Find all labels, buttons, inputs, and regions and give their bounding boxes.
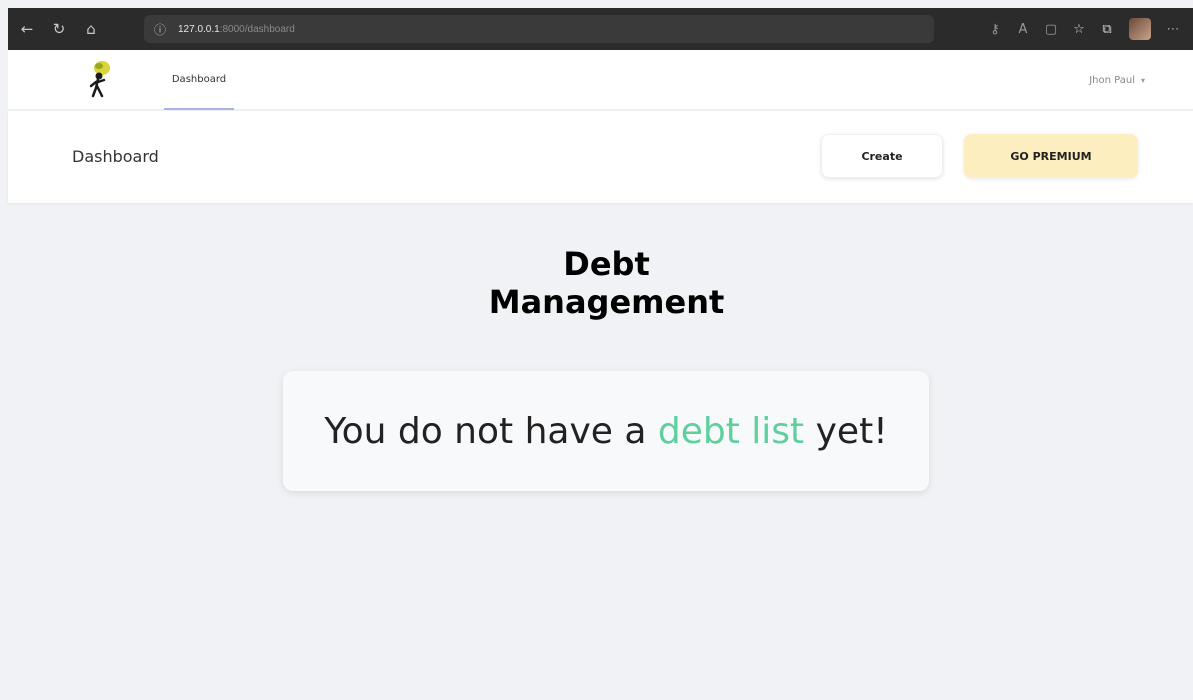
app-navbar: Dashboard Jhon Paul ▾ xyxy=(8,50,1193,110)
go-premium-button[interactable]: GO PREMIUM xyxy=(964,134,1138,178)
refresh-icon[interactable]: ↻ xyxy=(46,16,72,42)
user-name: Jhon Paul xyxy=(1089,74,1135,86)
debt-list-link[interactable]: debt list xyxy=(658,411,804,452)
browser-actions: ⚷ A ▢ ☆ ⧉ ⋯ xyxy=(983,8,1185,50)
page-title: Dashboard xyxy=(72,147,159,166)
browser-toolbar: ← ↻ ⌂ ⓘ 127.0.0.1:8000/dashboard ⚷ A ▢ ☆… xyxy=(8,8,1193,50)
home-icon[interactable]: ⌂ xyxy=(78,16,104,42)
screen-icon[interactable]: ▢ xyxy=(1039,17,1063,41)
info-icon[interactable]: ⓘ xyxy=(154,21,172,38)
user-menu[interactable]: Jhon Paul ▾ xyxy=(1089,50,1145,110)
empty-state-prefix: You do not have a xyxy=(324,410,647,452)
profile-icon[interactable] xyxy=(1129,18,1151,40)
heading-line-1: Debt xyxy=(563,245,650,283)
empty-state-suffix: yet! xyxy=(815,410,888,452)
url-text: 127.0.0.1:8000/dashboard xyxy=(178,23,295,35)
empty-state-card: You do not have a debt list yet! xyxy=(283,371,929,491)
heading-line-2: Management xyxy=(488,283,725,321)
favorites-icon[interactable]: ☆ xyxy=(1067,17,1091,41)
create-button[interactable]: Create xyxy=(821,134,943,178)
main-heading: Debt Management xyxy=(0,245,1193,321)
more-icon[interactable]: ⋯ xyxy=(1161,17,1185,41)
tab-dashboard[interactable]: Dashboard xyxy=(164,50,234,110)
read-aloud-icon[interactable]: A xyxy=(1011,17,1035,41)
back-icon[interactable]: ← xyxy=(14,16,40,42)
collections-icon[interactable]: ⧉ xyxy=(1095,17,1119,41)
key-icon[interactable]: ⚷ xyxy=(983,17,1007,41)
address-bar[interactable]: ⓘ 127.0.0.1:8000/dashboard xyxy=(144,15,934,43)
chevron-down-icon: ▾ xyxy=(1140,75,1145,85)
app-logo-icon[interactable] xyxy=(86,58,114,98)
page-header: Dashboard Create GO PREMIUM xyxy=(8,111,1193,203)
